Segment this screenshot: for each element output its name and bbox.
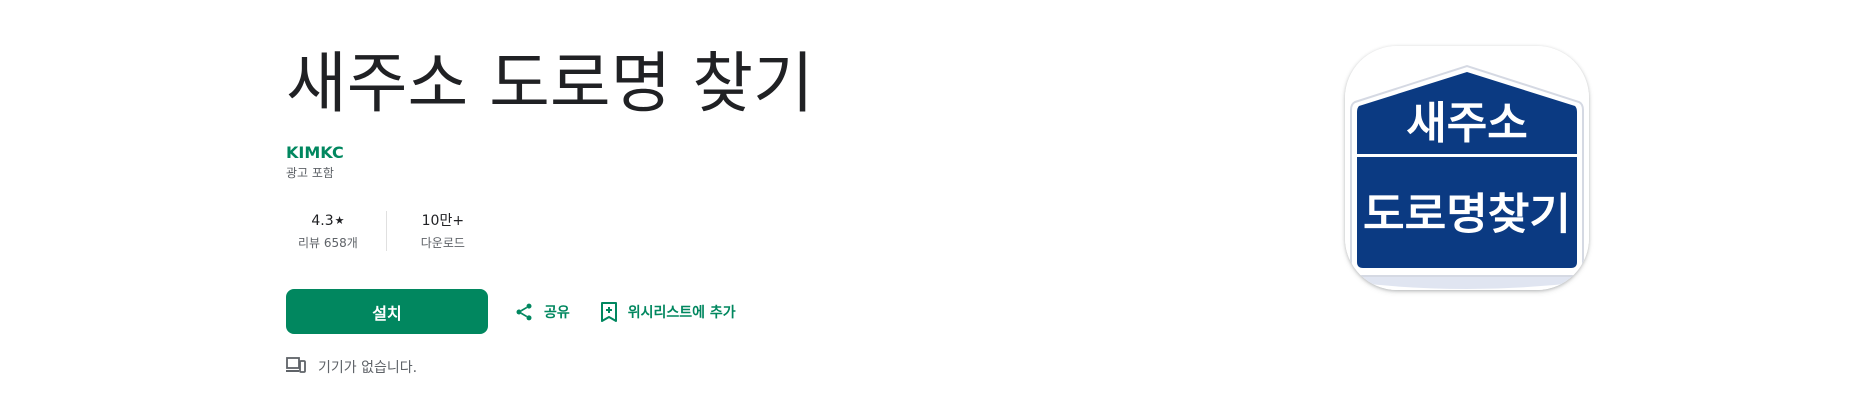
rating-value-row: 4.3 ★ <box>311 211 344 231</box>
app-title: 새주소 도로명 찾기 <box>286 45 814 122</box>
device-availability: 기기가 없습니다. <box>286 356 417 378</box>
icon-text-line1: 새주소 <box>1406 98 1527 149</box>
install-button[interactable]: 설치 <box>286 289 488 334</box>
icon-text-line2: 도로명찾기 <box>1363 190 1571 240</box>
star-icon: ★ <box>334 214 345 227</box>
share-button[interactable]: 공유 <box>514 302 570 322</box>
devices-icon <box>286 356 306 378</box>
bookmark-add-icon <box>600 301 618 322</box>
add-to-wishlist-button[interactable]: 위시리스트에 추가 <box>600 301 736 322</box>
share-label: 공유 <box>544 304 570 321</box>
rating-value: 4.3 <box>311 213 334 229</box>
app-stats: 4.3 ★ 리뷰 658개 10만+ 다운로드 <box>286 211 483 251</box>
wishlist-label: 위시리스트에 추가 <box>627 304 736 321</box>
app-icon: 새주소 도로명찾기 <box>1345 46 1589 290</box>
rating-stat[interactable]: 4.3 ★ 리뷰 658개 <box>286 211 370 251</box>
downloads-stat: 10만+ 다운로드 <box>385 211 483 251</box>
contains-ads-note: 광고 포함 <box>286 166 334 180</box>
downloads-value: 10만+ <box>421 213 465 229</box>
review-count: 리뷰 658개 <box>298 236 358 250</box>
downloads-label: 다운로드 <box>420 236 465 250</box>
share-icon <box>514 302 534 322</box>
device-note-text: 기기가 없습니다. <box>318 360 418 376</box>
action-bar: 설치 공유 위시리스트에 추가 <box>286 289 736 334</box>
developer-link[interactable]: KIMKC <box>286 143 344 163</box>
